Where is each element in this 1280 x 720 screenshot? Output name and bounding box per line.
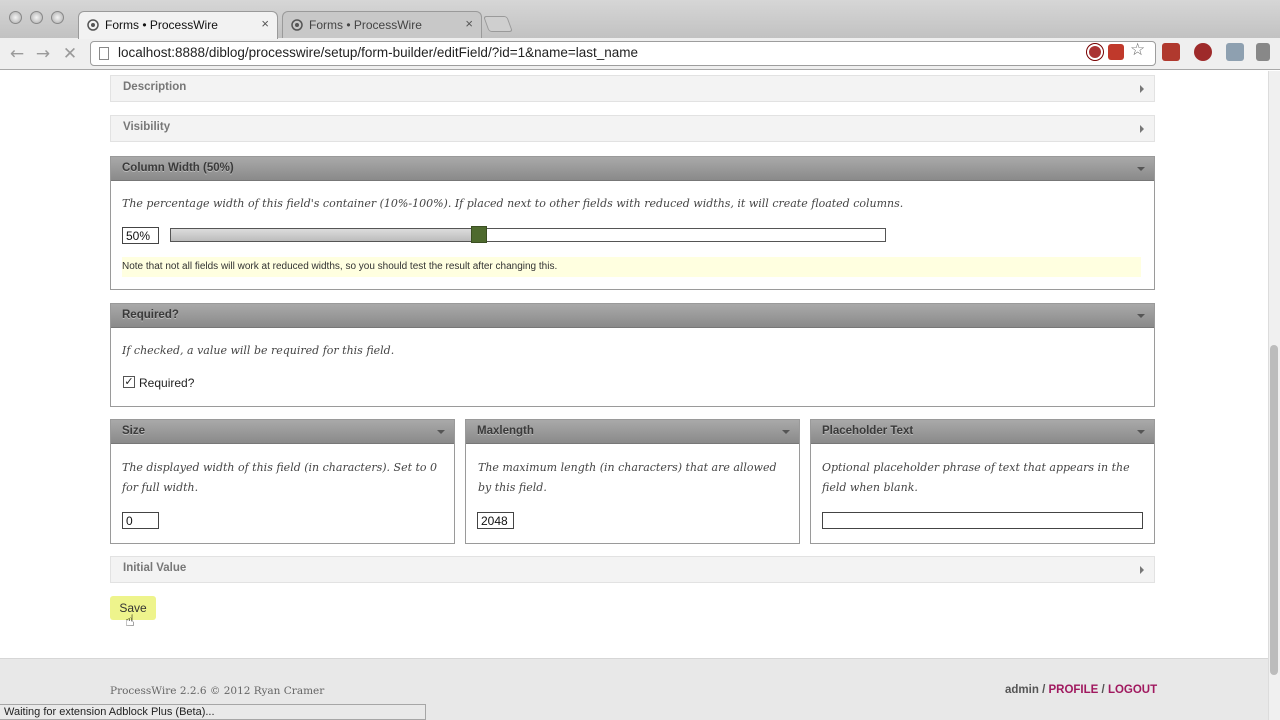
panel-title: Column Width (50%) xyxy=(122,162,234,174)
panel-title: Size xyxy=(122,425,146,437)
wrench-menu-icon[interactable] xyxy=(1256,43,1270,61)
panel-initial-value[interactable]: Initial Value xyxy=(110,556,1155,583)
column-width-description: The percentage width of this field's con… xyxy=(122,197,904,210)
slider-handle[interactable] xyxy=(471,226,487,243)
expand-arrow-icon[interactable] xyxy=(1140,85,1144,93)
footer-separator: / xyxy=(1101,684,1105,696)
panel-header[interactable]: Placeholder Text xyxy=(811,420,1154,444)
extension-icon[interactable] xyxy=(1162,43,1180,61)
panel-title: Placeholder Text xyxy=(822,425,914,437)
panel-header[interactable]: Size xyxy=(111,420,454,444)
new-tab-button[interactable] xyxy=(483,16,513,32)
panel-header[interactable]: Column Width (50%) xyxy=(111,157,1154,181)
extension-icon[interactable] xyxy=(1194,43,1212,61)
address-bar[interactable]: localhost:8888/diblog/processwire/setup/… xyxy=(90,41,1156,66)
footer-username: admin xyxy=(1005,684,1039,696)
browser-toolbar: ← → ✕ localhost:8888/diblog/processwire/… xyxy=(0,38,1280,70)
size-description: The displayed width of this field (in ch… xyxy=(122,461,438,494)
adblock-plus-extension-icon[interactable] xyxy=(1108,44,1124,60)
placeholder-input[interactable] xyxy=(822,512,1143,529)
tab-forms-processwire[interactable]: Forms • ProcessWire × xyxy=(78,11,278,39)
footer-user-links: admin / Profile / Logout xyxy=(1005,684,1157,696)
panel-title: Description xyxy=(123,81,187,93)
bookmark-star-icon[interactable]: ☆ xyxy=(1130,40,1145,60)
column-width-note: Note that not all fields will work at re… xyxy=(122,257,1141,277)
browser-status-bar: Waiting for extension Adblock Plus (Beta… xyxy=(0,704,426,720)
logout-link[interactable]: Logout xyxy=(1108,684,1157,696)
placeholder-description: Optional placeholder phrase of text that… xyxy=(822,461,1130,494)
panel-header[interactable]: Required? xyxy=(111,304,1154,328)
footer-separator: / xyxy=(1042,684,1046,696)
required-checkbox-label[interactable]: Required? xyxy=(139,376,194,390)
panel-title: Visibility xyxy=(123,121,171,133)
collapse-arrow-icon[interactable] xyxy=(1137,430,1145,434)
footer-copyright: ProcessWire 2.2.6 © 2012 Ryan Cramer xyxy=(110,685,325,697)
zoom-window-icon[interactable] xyxy=(51,11,64,24)
scrollbar-thumb[interactable] xyxy=(1270,345,1278,675)
page-icon xyxy=(99,47,109,60)
slider-range xyxy=(171,229,478,241)
tab-title: Forms • ProcessWire xyxy=(309,18,422,32)
panel-title: Initial Value xyxy=(123,562,187,574)
column-width-input[interactable]: 50% xyxy=(122,227,159,244)
processwire-favicon-icon xyxy=(291,19,303,31)
expand-arrow-icon[interactable] xyxy=(1140,566,1144,574)
minimize-window-icon[interactable] xyxy=(30,11,43,24)
address-bar-url[interactable]: localhost:8888/diblog/processwire/setup/… xyxy=(118,45,638,60)
panel-title: Required? xyxy=(122,309,179,321)
tab-forms-processwire-2[interactable]: Forms • ProcessWire × xyxy=(282,11,482,39)
collapse-arrow-icon[interactable] xyxy=(1137,314,1145,318)
maxlength-input[interactable]: 2048 xyxy=(477,512,514,529)
forward-arrow-icon[interactable]: → xyxy=(32,43,54,65)
tab-title: Forms • ProcessWire xyxy=(105,18,218,32)
close-tab-icon[interactable]: × xyxy=(261,16,269,31)
size-input[interactable]: 0 xyxy=(122,512,159,529)
collapse-arrow-icon[interactable] xyxy=(782,430,790,434)
panel-title: Maxlength xyxy=(477,425,534,437)
expand-arrow-icon[interactable] xyxy=(1140,125,1144,133)
required-checkbox[interactable]: ✓ xyxy=(123,376,135,388)
panel-header[interactable]: Maxlength xyxy=(466,420,799,444)
close-tab-icon[interactable]: × xyxy=(465,16,473,31)
extension-icon[interactable] xyxy=(1226,43,1244,61)
back-arrow-icon[interactable]: ← xyxy=(6,43,28,65)
collapse-arrow-icon[interactable] xyxy=(437,430,445,434)
panel-description[interactable]: Description xyxy=(110,75,1155,102)
adblock-extension-icon[interactable] xyxy=(1087,44,1103,60)
panel-visibility[interactable]: Visibility xyxy=(110,115,1155,142)
column-width-slider[interactable] xyxy=(170,228,886,242)
required-description: If checked, a value will be required for… xyxy=(122,344,395,357)
hand-cursor-icon: ☝ xyxy=(125,611,135,630)
collapse-arrow-icon[interactable] xyxy=(1137,167,1145,171)
profile-link[interactable]: Profile xyxy=(1048,684,1098,696)
maxlength-description: The maximum length (in characters) that … xyxy=(478,461,777,494)
processwire-favicon-icon xyxy=(87,19,99,31)
stop-loading-icon[interactable]: ✕ xyxy=(59,43,81,65)
browser-tab-strip: Forms • ProcessWire × Forms • ProcessWir… xyxy=(0,0,1280,39)
close-window-icon[interactable] xyxy=(9,11,22,24)
